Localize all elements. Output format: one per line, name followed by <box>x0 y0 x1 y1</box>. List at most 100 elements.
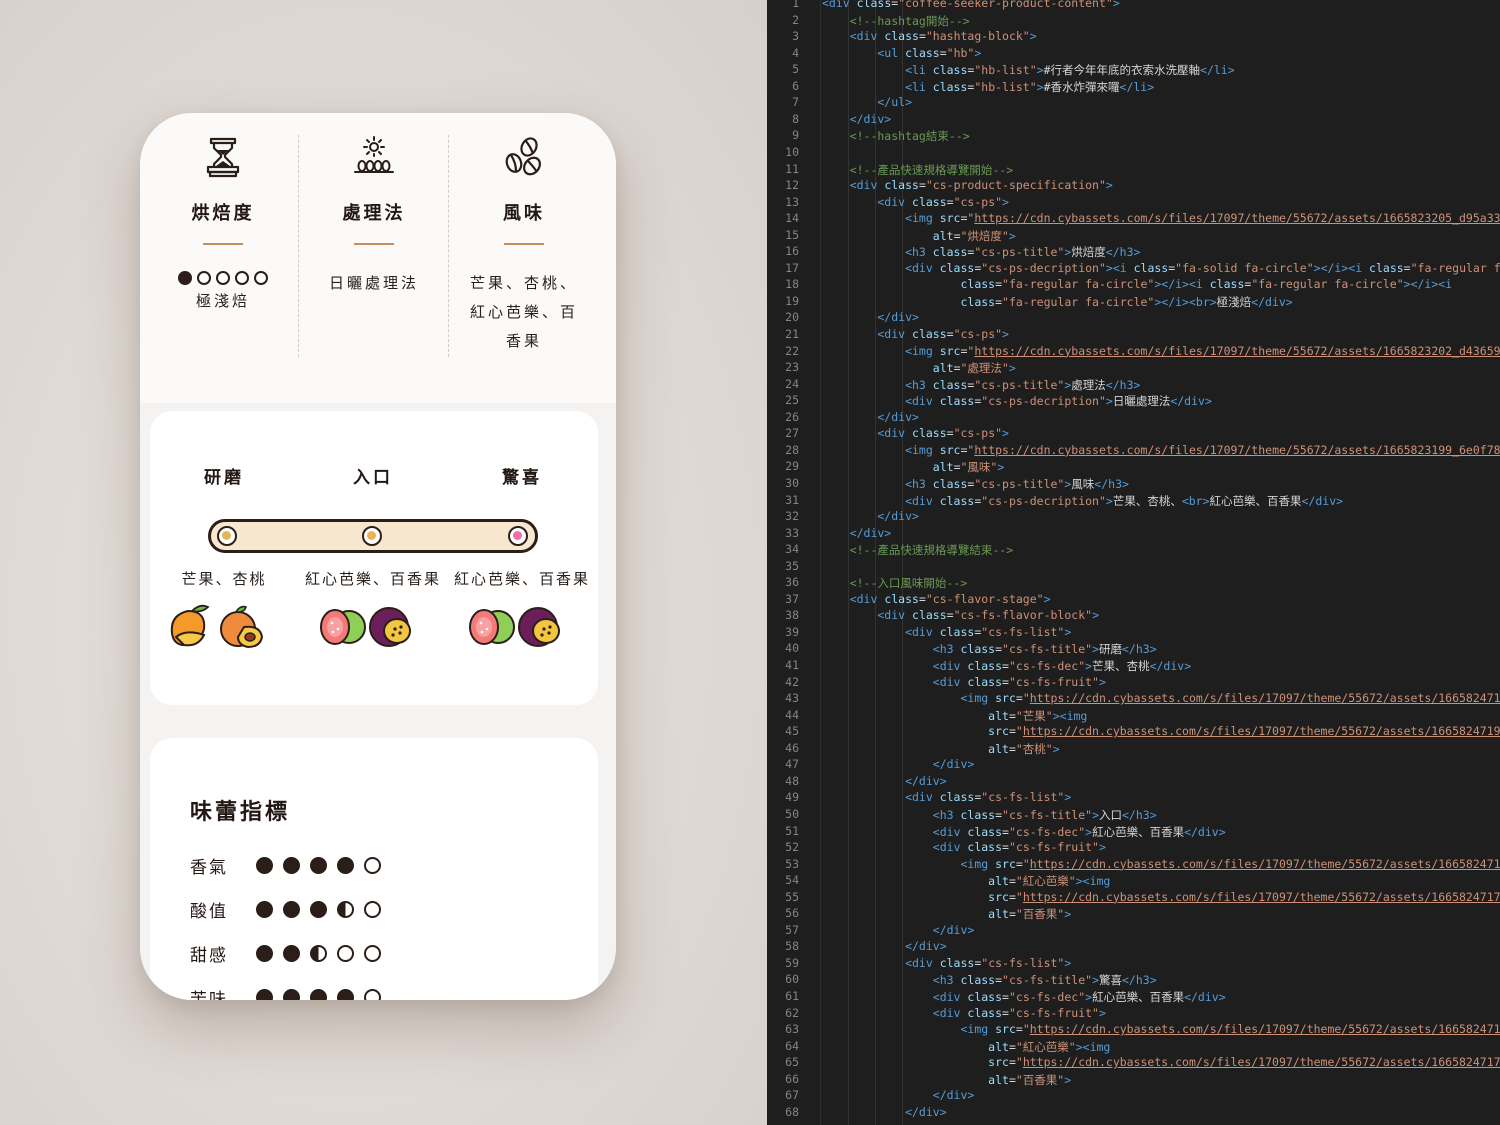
spec-process: 處理法 日曬處理法 <box>298 135 449 357</box>
code-line[interactable]: </div> <box>822 757 975 771</box>
line-number: 7 <box>792 95 799 110</box>
code-line[interactable]: alt="風味"> <box>822 459 1005 475</box>
code-line[interactable]: <div class="cs-fs-fruit"> <box>822 840 1106 854</box>
taste-dot <box>310 856 327 874</box>
line-number: 65 <box>785 1055 799 1070</box>
taste-dots <box>256 988 381 1000</box>
taste-dot <box>283 988 300 1000</box>
code-line[interactable]: <div class="coffee-seeker-product-conten… <box>822 0 1120 10</box>
code-line[interactable]: <li class="hb-list">#香水炸彈來囉</li> <box>822 79 1154 95</box>
roast-dot <box>178 271 192 285</box>
line-number: 62 <box>785 1005 799 1020</box>
code-line[interactable]: alt="紅心芭樂"><img <box>822 1039 1110 1055</box>
spec-description-line: 芒果、杏桃、 <box>469 274 578 292</box>
code-line[interactable]: <div class="cs-fs-list"> <box>822 625 1071 639</box>
code-line[interactable]: <div class="cs-ps-decription">日曬處理法</div… <box>822 393 1212 409</box>
code-line[interactable]: </div> <box>822 112 892 126</box>
taste-dot <box>364 856 381 874</box>
code-line[interactable]: <div class="cs-fs-dec">紅心芭樂、百香果</div> <box>822 989 1226 1005</box>
line-number: 51 <box>785 823 799 838</box>
code-line[interactable]: <h3 class="cs-ps-title">烘焙度</h3> <box>822 244 1140 260</box>
code-line[interactable]: </div> <box>822 310 919 324</box>
code-line[interactable]: <h3 class="cs-fs-title">研磨</h3> <box>822 641 1157 657</box>
code-line[interactable]: src="https://cdn.cybassets.com/s/files/1… <box>822 724 1500 738</box>
code-line[interactable]: alt="百香果"> <box>822 906 1071 922</box>
line-number: 49 <box>785 790 799 805</box>
code-line[interactable]: alt="芒果"><img <box>822 708 1087 724</box>
code-line[interactable]: alt="杏桃"> <box>822 741 1060 757</box>
code-line[interactable]: <!--hashtag開始--> <box>822 13 970 29</box>
line-number: 23 <box>785 360 799 375</box>
code-line[interactable]: <div class="hashtag-block"> <box>822 29 1037 43</box>
code-line[interactable]: </div> <box>822 774 947 788</box>
code-line[interactable]: <div class="cs-fs-fruit"> <box>822 675 1106 689</box>
code-line[interactable]: </div> <box>822 526 892 540</box>
code-line[interactable]: src="https://cdn.cybassets.com/s/files/1… <box>822 1055 1500 1069</box>
code-line[interactable]: </ul> <box>822 95 912 109</box>
code-editor[interactable]: 1 <div class="coffee-seeker-product-conte… <box>767 0 1500 1125</box>
code-line[interactable]: <div class="cs-fs-list"> <box>822 956 1071 970</box>
code-line[interactable]: <ul class="hb"> <box>822 46 981 60</box>
code-line[interactable]: <h3 class="cs-ps-title">處理法</h3> <box>822 377 1140 393</box>
stage-desc: 紅心芭樂、百香果 <box>304 570 441 588</box>
code-line[interactable]: <div class="cs-ps-decription"><i class="… <box>822 261 1500 275</box>
code-line[interactable]: class="fa-regular fa-circle"></i><br>極淺焙… <box>822 294 1292 310</box>
line-number: 17 <box>785 260 799 275</box>
code-line[interactable]: <img src="https://cdn.cybassets.com/s/fi… <box>822 211 1500 225</box>
line-number: 63 <box>785 1022 799 1037</box>
line-number: 22 <box>785 343 799 358</box>
taste-dots <box>256 856 381 874</box>
code-line[interactable]: <div class="cs-fs-list"> <box>822 790 1071 804</box>
stage-title-surprise: 驚喜 <box>502 468 542 488</box>
code-line[interactable]: <img src="https://cdn.cybassets.com/s/fi… <box>822 691 1500 705</box>
timeline-knob <box>217 526 237 546</box>
taste-row: 酸值 <box>190 896 381 922</box>
code-line[interactable]: <div class="cs-ps"> <box>822 327 1009 341</box>
code-line[interactable]: <div class="cs-fs-dec">紅心芭樂、百香果</div> <box>822 824 1226 840</box>
taste-dot <box>310 944 327 962</box>
code-line[interactable]: alt="紅心芭樂"><img <box>822 873 1110 889</box>
code-line[interactable]: <div class="cs-fs-fruit"> <box>822 1006 1106 1020</box>
code-line[interactable]: <!--hashtag結束--> <box>822 128 970 144</box>
code-line[interactable]: alt="百香果"> <box>822 1072 1071 1088</box>
code-line[interactable]: <img src="https://cdn.cybassets.com/s/fi… <box>822 443 1500 457</box>
code-line[interactable]: <img src="https://cdn.cybassets.com/s/fi… <box>822 857 1500 871</box>
code-line[interactable]: </div> <box>822 1088 975 1102</box>
code-line[interactable]: <!--產品快速規格導覽開始--> <box>822 162 1013 178</box>
code-line[interactable]: <h3 class="cs-fs-title">入口</h3> <box>822 807 1157 823</box>
code-line[interactable]: <!--入口風味開始--> <box>822 575 967 591</box>
code-line[interactable]: <img src="https://cdn.cybassets.com/s/fi… <box>822 1022 1500 1036</box>
line-number: 61 <box>785 989 799 1003</box>
roast-dot <box>216 271 230 285</box>
code-line[interactable]: alt="烘焙度"> <box>822 228 1016 244</box>
line-number: 39 <box>785 624 799 639</box>
code-line[interactable]: <div class="cs-product-specification"> <box>822 178 1113 192</box>
code-line[interactable]: src="https://cdn.cybassets.com/s/files/1… <box>822 890 1500 904</box>
spec-roast: 烘焙度 極淺焙 <box>148 135 298 357</box>
code-line[interactable]: <!--產品快速規格導覽結束--> <box>822 542 1013 558</box>
code-line[interactable]: <div class="cs-fs-flavor-block"> <box>822 608 1099 622</box>
code-line[interactable]: <img src="https://cdn.cybassets.com/s/fi… <box>822 344 1500 358</box>
code-line[interactable]: </div> <box>822 939 947 953</box>
code-line[interactable]: <li class="hb-list">#行者今年年底的衣索水洗壓軸</li> <box>822 62 1235 78</box>
code-line[interactable]: <div class="cs-flavor-stage"> <box>822 592 1051 606</box>
code-line[interactable]: </div> <box>822 923 975 937</box>
code-line[interactable]: class="fa-regular fa-circle"></i><i clas… <box>822 277 1452 291</box>
code-line[interactable]: <h3 class="cs-ps-title">風味</h3> <box>822 476 1129 492</box>
code-line[interactable]: <div class="cs-ps"> <box>822 195 1009 209</box>
code-line[interactable]: </div> <box>822 509 919 523</box>
taste-label: 香氣 <box>190 857 228 878</box>
code-line[interactable]: <div class="cs-ps-decription">芒果、杏桃、<br>… <box>822 493 1343 509</box>
code-line[interactable]: alt="處理法"> <box>822 360 1016 376</box>
line-number: 50 <box>785 806 799 821</box>
taste-label: 苦味 <box>190 989 228 1001</box>
line-number: 43 <box>785 691 799 706</box>
line-number: 31 <box>785 492 799 507</box>
code-line[interactable]: </div> <box>822 410 919 424</box>
phone-mockup: 烘焙度 極淺焙 處理法 日曬處理法 風味 芒果、杏桃、 紅心芭樂、百 香果 研磨… <box>140 113 616 1000</box>
code-line[interactable]: <div class="cs-fs-dec">芒果、杏桃</div> <box>822 658 1191 674</box>
code-line[interactable]: <h3 class="cs-fs-title">驚喜</h3> <box>822 972 1157 988</box>
code-line[interactable]: <div class="cs-ps"> <box>822 426 1009 440</box>
code-line[interactable]: </div> <box>822 1105 947 1119</box>
line-number: 38 <box>785 608 799 623</box>
